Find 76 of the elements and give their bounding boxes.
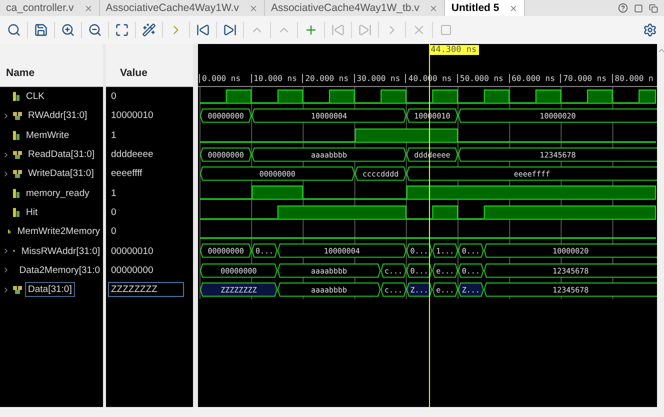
zoom-out-icon (88, 23, 102, 37)
signal-name[interactable]: MissRWAddr[31:0] (18, 244, 103, 259)
time-label: 50.000 ns (457, 74, 504, 83)
signal-value: eeeeffff (110, 167, 144, 182)
zoom-in-icon (61, 23, 75, 37)
time-label: 10.000 ns (250, 74, 297, 83)
expand-icon[interactable] (2, 286, 10, 294)
cursor-time-label: 44.300 ns (428, 45, 479, 55)
signal-value: 00000010 (110, 244, 154, 259)
signal-name[interactable]: memory_ready (23, 186, 92, 201)
expand-icon[interactable] (2, 170, 10, 178)
bit-signal-icon (8, 227, 12, 236)
signal-value: ZZZZZZZZ (108, 282, 184, 298)
expand-icon[interactable] (2, 247, 10, 256)
signal-value: 0 (110, 206, 118, 220)
close-icon[interactable] (509, 4, 518, 12)
signal-name[interactable]: MemWrite (23, 128, 72, 143)
signal-value: 00000000 (110, 264, 154, 278)
horizontal-scrollbar[interactable] (0, 407, 664, 417)
bus-segment (406, 263, 432, 278)
bit-signal-icon (13, 208, 20, 217)
expand-icon[interactable] (2, 266, 10, 274)
time-label: 30.000 ns (354, 74, 400, 83)
signal-value: 1 (110, 186, 118, 201)
editor-tab[interactable]: Untitled 5 (445, 0, 526, 16)
bus-segment (432, 263, 458, 278)
bus-signal-icon (13, 112, 22, 120)
expand-icon[interactable] (2, 112, 10, 120)
bus-signal-icon (13, 286, 22, 294)
restore-icon[interactable] (649, 4, 658, 12)
vertical-scrollbar[interactable] (657, 44, 664, 407)
time-label: 60.000 ns (508, 74, 555, 83)
skip-back-icon (196, 23, 210, 37)
corners-icon (115, 23, 129, 37)
signal-name[interactable]: MemWrite2Memory (14, 224, 103, 240)
cross-icon (412, 23, 426, 37)
signal-value: ddddeeee (110, 148, 154, 162)
time-label: 20.000 ns (302, 74, 349, 83)
time-label: 80.000 n (612, 74, 654, 83)
signal-name[interactable]: CLK (23, 89, 48, 104)
editor-tab[interactable]: AssociativeCache4Way1W.v (100, 0, 265, 16)
signal-name[interactable]: Data[31:0] (25, 282, 75, 298)
expand-icon[interactable] (2, 150, 10, 159)
time-label: 70.000 ns (560, 74, 607, 83)
skip-forward-icon (358, 23, 372, 37)
wand-icon (142, 23, 156, 37)
signal-value: 1 (110, 128, 118, 143)
settings-icon (643, 23, 657, 37)
signal-value: 0 (110, 225, 118, 240)
close-icon[interactable] (429, 4, 438, 12)
signal-name[interactable]: Hit (23, 204, 41, 220)
signal-name[interactable]: Data2Memory[31:0 (16, 262, 103, 278)
signal-value: 0 (110, 90, 118, 104)
square-icon (440, 24, 452, 36)
signal-name[interactable]: RWAddr[31:0] (25, 108, 90, 124)
search-icon (7, 23, 21, 37)
cursor-line[interactable] (428, 44, 430, 407)
close-icon[interactable] (248, 4, 258, 12)
skip-forward-icon (223, 23, 237, 37)
bus-segment (432, 244, 458, 258)
column-header[interactable]: Name (0, 44, 103, 87)
bit-signal-icon (13, 130, 20, 140)
signal-name[interactable]: ReadData[31:0] (25, 147, 98, 162)
skip-back-icon (331, 23, 345, 37)
signal-value: 10000010 (110, 109, 154, 124)
help-icon[interactable] (618, 3, 628, 13)
time-label: 0.000 ns (199, 74, 241, 83)
bus-signal-icon (13, 170, 22, 178)
signal-name[interactable]: WriteData[31:0] (25, 166, 97, 182)
bit-signal-icon (13, 92, 20, 102)
maximize-icon[interactable] (634, 4, 643, 12)
bus-signal-icon (13, 150, 22, 159)
bit-signal-icon (13, 188, 20, 198)
plus-icon (304, 23, 318, 37)
close-icon[interactable] (84, 4, 93, 12)
column-header[interactable]: Value (106, 44, 193, 87)
